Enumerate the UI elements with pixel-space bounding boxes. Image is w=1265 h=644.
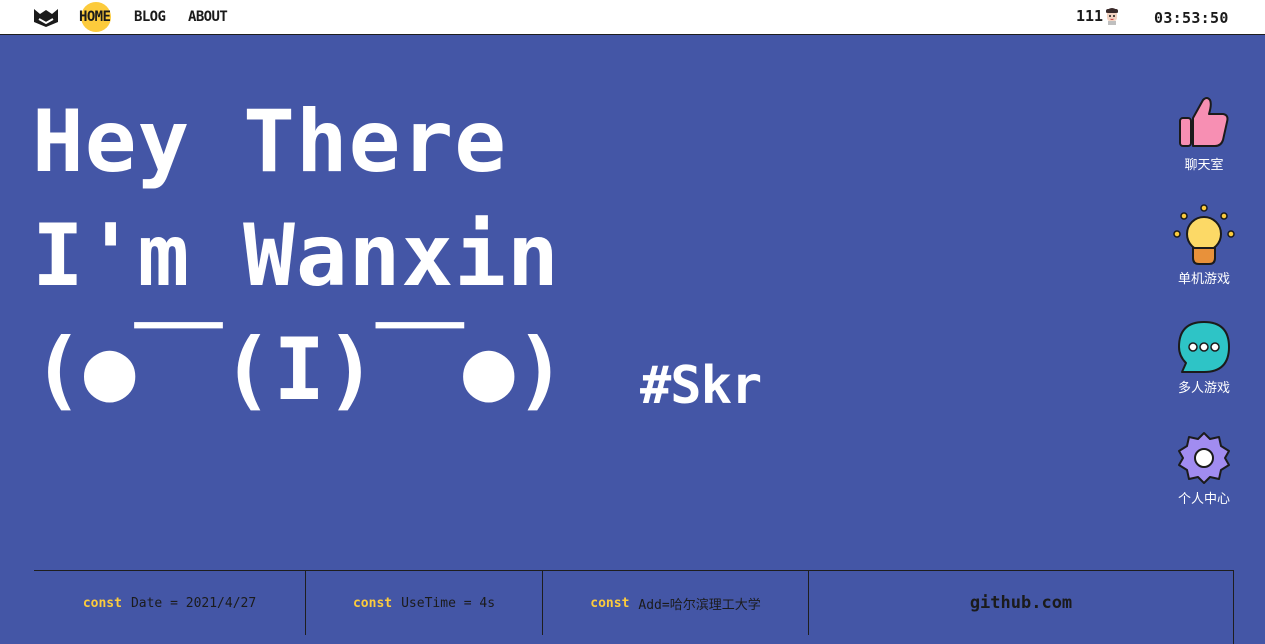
side-item-label: 聊天室: [1184, 158, 1224, 173]
footer-use-time-text: UseTime = 4s: [401, 595, 496, 611]
logo-icon[interactable]: [33, 8, 59, 28]
top-nav-bar: HOME BLOG ABOUT 111 03:53:50: [0, 0, 1265, 35]
hero-line-greeting: Hey There: [32, 92, 507, 192]
code-keyword: const: [590, 595, 630, 611]
code-keyword: const: [352, 595, 393, 611]
visitor-count: 111: [1076, 7, 1104, 25]
side-item-chatroom[interactable]: 聊天室: [1164, 96, 1244, 174]
footer: const Date = 2021/4/27 const UseTime = 4…: [34, 570, 1234, 644]
footer-use-time: const UseTime = 4s: [305, 571, 542, 635]
hero-line-name: I'm Wanxin: [32, 206, 560, 306]
side-item-profile[interactable]: 个人中心: [1164, 430, 1244, 508]
footer-address-text: Add=哈尔滨理工大学: [638, 597, 761, 613]
nav-blog[interactable]: BLOG: [134, 7, 166, 27]
thumbs-up-icon: [1179, 97, 1229, 147]
side-item-label: 单机游戏: [1177, 272, 1230, 287]
gear-icon: [1178, 432, 1230, 484]
footer-date: const Date = 2021/4/27: [34, 571, 305, 635]
clock: 03:53:50: [1154, 9, 1229, 27]
hero-line-kaomoji: (●￣(I)￣●): [32, 320, 567, 420]
hero-hashtag: #Skr: [640, 356, 762, 416]
side-item-single-player[interactable]: 单机游戏: [1164, 204, 1244, 288]
footer-address: const Add=哈尔滨理工大学: [542, 571, 808, 635]
nav-home[interactable]: HOME: [79, 7, 111, 27]
avatar-icon: [1106, 8, 1119, 25]
code-keyword: const: [82, 595, 122, 611]
chat-bubble-icon: [1178, 321, 1230, 373]
side-item-label: 多人游戏: [1177, 381, 1230, 396]
footer-github-link[interactable]: github.com: [808, 571, 1233, 635]
lightbulb-icon: [1173, 204, 1235, 265]
side-item-label: 个人中心: [1177, 492, 1230, 507]
visitor-counter: 111: [1076, 6, 1120, 26]
footer-date-text: Date = 2021/4/27: [130, 595, 257, 611]
side-item-multiplayer[interactable]: 多人游戏: [1164, 319, 1244, 397]
nav-about[interactable]: ABOUT: [188, 7, 228, 27]
